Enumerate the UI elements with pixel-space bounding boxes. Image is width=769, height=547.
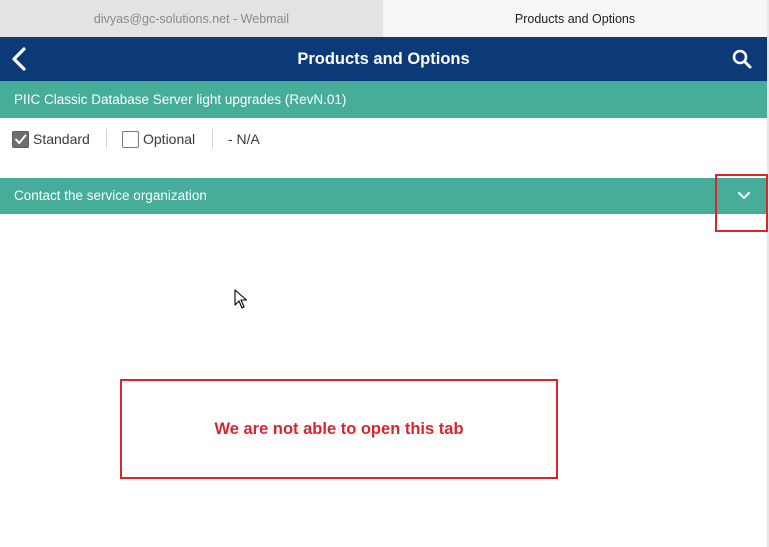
tab-products-label: Products and Options [514,11,636,26]
divider [106,129,107,149]
app-header: Products and Options [0,37,767,81]
tab-products-and-options[interactable]: Products and Options [383,0,767,37]
search-button[interactable] [730,47,754,71]
page-title: Products and Options [297,50,470,68]
standard-option[interactable]: Standard [12,126,90,152]
back-button[interactable] [6,41,34,77]
tab-webmail[interactable]: divyas@gc-solutions.net - Webmail [0,0,383,37]
product-title-bar: PIIC Classic Database Server light upgra… [0,81,767,118]
tab-webmail-label: divyas@gc-solutions.net - Webmail [93,11,290,26]
options-row: Standard Optional - N/A [0,126,767,152]
mouse-pointer-icon [234,289,248,309]
annotation-message-box: We are not able to open this tab [120,379,558,479]
browser-tab-bar: divyas@gc-solutions.net - Webmail ✕ Prod… [0,0,769,37]
product-title: PIIC Classic Database Server light upgra… [14,92,347,107]
na-label: - N/A [228,131,260,147]
annotation-message: We are not able to open this tab [214,419,464,438]
optional-label: Optional [143,131,196,147]
standard-checkbox[interactable] [12,130,29,148]
divider [212,129,213,149]
contact-service-label: Contact the service organization [14,188,207,203]
standard-label: Standard [33,131,90,147]
contact-service-section[interactable]: Contact the service organization [0,178,767,214]
optional-checkbox[interactable] [122,130,139,148]
search-icon [732,49,752,69]
chevron-left-icon [12,47,26,71]
checkmark-icon [15,134,27,144]
optional-option[interactable]: Optional [122,126,195,152]
annotation-highlight-box [715,174,768,232]
